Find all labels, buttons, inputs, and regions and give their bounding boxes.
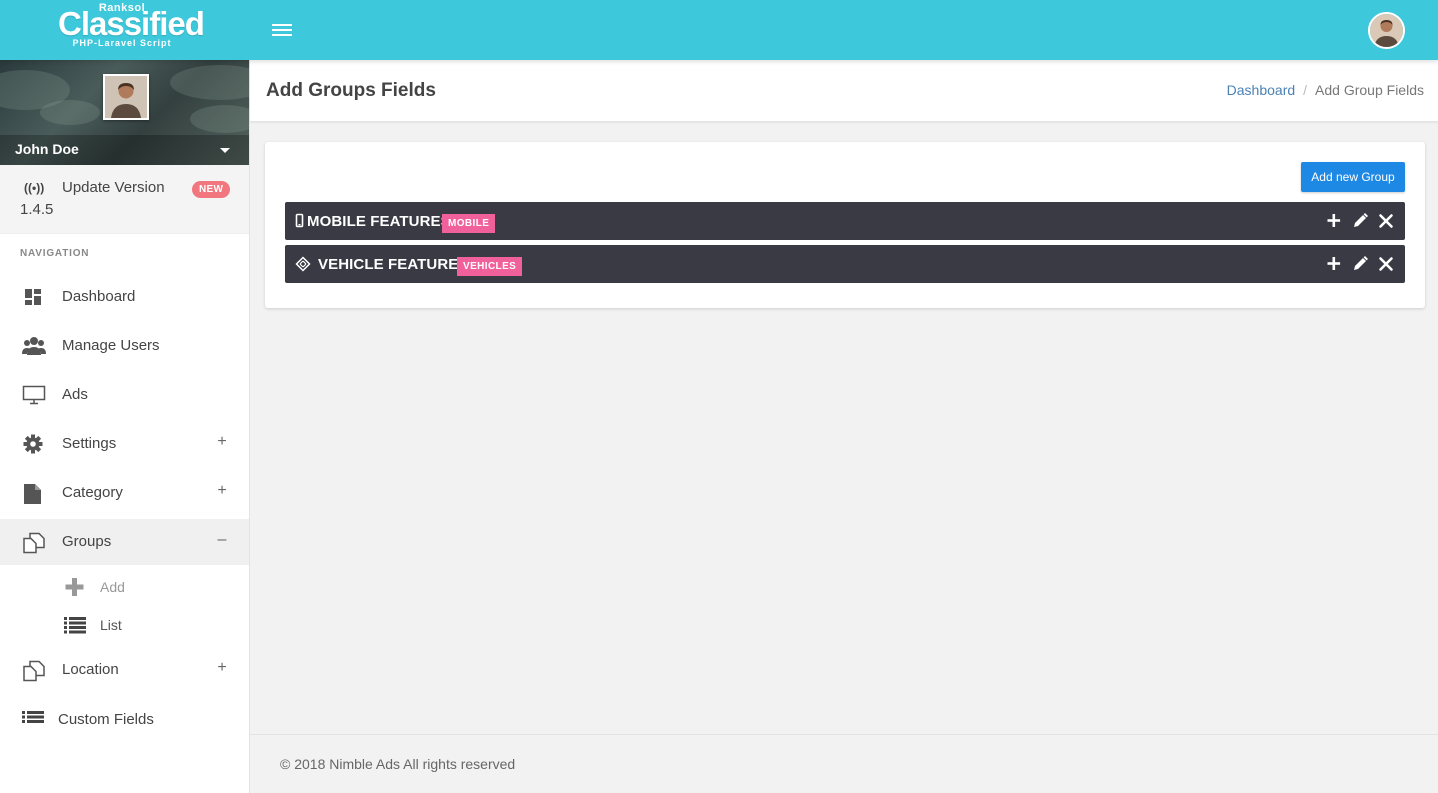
- group-row-mobile-features: MOBILE FEATURES MOBILE: [285, 202, 1405, 240]
- delete-close-icon[interactable]: [1377, 211, 1395, 231]
- expand-icon[interactable]: +: [215, 433, 229, 451]
- add-field-icon[interactable]: [1325, 211, 1343, 231]
- expand-icon[interactable]: +: [215, 659, 229, 677]
- gear-icon: [22, 434, 44, 454]
- sidebar-subitem-label: Add: [100, 579, 125, 595]
- plus-icon: [64, 578, 86, 596]
- sidebar-item-dashboard[interactable]: Dashboard: [0, 274, 249, 320]
- sidebar-item-label: Category: [62, 484, 123, 501]
- logo[interactable]: Ranksol Classified PHP-Laravel Script: [58, 2, 205, 58]
- copy-icon: [22, 660, 45, 682]
- nav-heading: NAVIGATION: [20, 248, 90, 259]
- list-icon: [64, 616, 86, 634]
- group-title: MOBILE FEATURES: [307, 213, 451, 230]
- page-header: Add Groups Fields Dashboard / Add Group Fi…: [250, 60, 1438, 122]
- group-title: VEHICLE FEATURES: [318, 256, 469, 273]
- update-version-item[interactable]: ((•)) Update Version 1.4.5 NEW: [0, 165, 249, 234]
- profile-name: John Doe: [15, 141, 79, 157]
- list-icon: [22, 710, 44, 730]
- sidebar-item-label: Groups: [62, 533, 112, 550]
- hamburger-menu-icon[interactable]: [272, 22, 292, 38]
- sidebar: John Doe ((•)) Update Version 1.4.5 NEW …: [0, 60, 250, 793]
- groups-card: Add new Group MOBILE FEATURES MOBILE VEH…: [265, 142, 1425, 308]
- sidebar-item-category[interactable]: Category +: [0, 470, 249, 516]
- breadcrumb: Dashboard / Add Group Fields: [1226, 82, 1424, 98]
- breadcrumb-dashboard-link[interactable]: Dashboard: [1227, 82, 1296, 98]
- diamond-arrows-icon: [295, 256, 311, 272]
- sidebar-item-label: Settings: [62, 435, 117, 452]
- group-row-actions: [1325, 211, 1395, 231]
- new-badge: NEW: [192, 181, 231, 198]
- file-icon: [22, 483, 44, 504]
- expand-icon[interactable]: +: [215, 482, 229, 500]
- collapse-icon[interactable]: –: [215, 531, 229, 549]
- edit-pencil-icon[interactable]: [1351, 254, 1369, 274]
- broadcast-icon: ((•)): [24, 181, 45, 195]
- group-tag: MOBILE: [442, 214, 496, 233]
- sidebar-item-manage-users[interactable]: Manage Users: [0, 323, 249, 369]
- sidebar-item-label: Ads: [62, 386, 88, 403]
- sidebar-item-label: Custom Fields: [58, 711, 154, 728]
- sidebar-item-groups[interactable]: Groups –: [0, 519, 249, 565]
- update-version-label: Update Version: [62, 179, 165, 196]
- copy-icon: [22, 532, 45, 554]
- sidebar-subitem-list[interactable]: List: [0, 606, 249, 642]
- update-version-number: 1.4.5: [20, 201, 54, 218]
- caret-down-icon[interactable]: [220, 148, 230, 153]
- delete-close-icon[interactable]: [1377, 254, 1395, 274]
- footer-copyright: © 2018 Nimble Ads All rights reserved: [280, 756, 516, 772]
- users-icon: [22, 336, 46, 356]
- footer: © 2018 Nimble Ads All rights reserved: [250, 734, 1438, 793]
- logo-brand-sub: PHP-Laravel Script: [72, 38, 172, 48]
- top-bar: Ranksol Classified PHP-Laravel Script: [0, 0, 1438, 60]
- sidebar-profile: John Doe: [0, 60, 249, 165]
- sidebar-item-custom-fields[interactable]: Custom Fields: [0, 696, 249, 742]
- add-new-group-button[interactable]: Add new Group: [1301, 162, 1405, 192]
- sidebar-item-ads[interactable]: Ads: [0, 372, 249, 418]
- add-field-icon[interactable]: [1325, 254, 1343, 274]
- header-user-avatar[interactable]: [1368, 12, 1405, 49]
- profile-avatar[interactable]: [103, 74, 149, 120]
- sidebar-item-label: Location: [62, 661, 119, 678]
- monitor-icon: [22, 385, 46, 405]
- sidebar-item-location[interactable]: Location +: [0, 647, 249, 693]
- group-row-actions: [1325, 254, 1395, 274]
- group-tag: VEHICLES: [457, 257, 523, 276]
- sidebar-item-label: Manage Users: [62, 337, 160, 354]
- edit-pencil-icon[interactable]: [1351, 211, 1369, 231]
- group-row-vehicle-features: VEHICLE FEATURES VEHICLES: [285, 245, 1405, 283]
- breadcrumb-current: Add Group Fields: [1315, 82, 1424, 98]
- sidebar-item-label: Dashboard: [62, 288, 136, 305]
- page-title: Add Groups Fields: [266, 80, 436, 101]
- dashboard-icon: [22, 287, 44, 307]
- sidebar-subitem-label: List: [100, 617, 122, 633]
- sidebar-subitem-add[interactable]: Add: [0, 568, 249, 604]
- sidebar-item-settings[interactable]: Settings +: [0, 421, 249, 467]
